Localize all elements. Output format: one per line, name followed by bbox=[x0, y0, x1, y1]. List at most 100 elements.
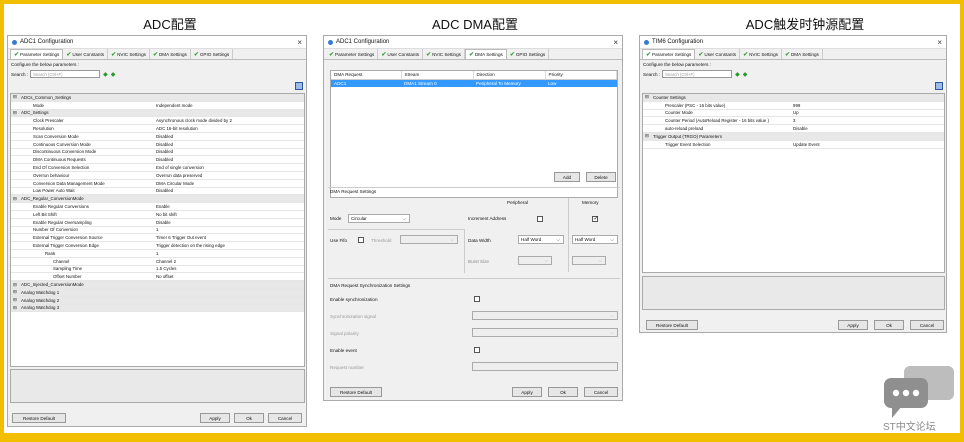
tab-dma-settings[interactable]: ✔ DMA Settings bbox=[150, 49, 191, 59]
param-value[interactable]: Independent mode bbox=[156, 103, 193, 108]
table-row[interactable]: Low Power Auto Wait Disabled bbox=[11, 188, 304, 196]
signal-polarity-select[interactable]: ⌵ bbox=[472, 328, 618, 337]
param-value[interactable]: ADC 16-bit resolution bbox=[156, 126, 198, 131]
tab-nvic-settings[interactable]: ✔ NVIC Settings bbox=[423, 49, 465, 59]
param-value[interactable]: Disabled bbox=[156, 188, 173, 193]
expand-collapse-icon[interactable]: ⊟ bbox=[13, 282, 17, 288]
table-row[interactable]: DMA Continuous Requests Disabled bbox=[11, 156, 304, 165]
grid-view-icon[interactable] bbox=[295, 82, 303, 90]
column-header[interactable]: Stream bbox=[401, 71, 474, 80]
expand-collapse-icon[interactable]: ⊟ bbox=[13, 94, 17, 100]
param-value[interactable]: Channel 2 bbox=[156, 259, 176, 264]
tab-parameter-settings[interactable]: ✔ Parameter Settings bbox=[326, 49, 379, 59]
param-value[interactable]: Disabled bbox=[156, 134, 173, 139]
tab-parameter-settings[interactable]: ✔ Parameter Settings bbox=[642, 49, 696, 59]
table-row[interactable]: Channel Channel 2 bbox=[11, 258, 304, 266]
restore-default-button[interactable]: Restore Default bbox=[330, 387, 382, 397]
sync-signal-select[interactable]: ⌵ bbox=[472, 311, 618, 320]
mem-data-width-select[interactable]: Half Word ⌵ bbox=[572, 235, 618, 244]
param-value[interactable]: 1 bbox=[156, 251, 158, 256]
column-header[interactable]: DMA Request bbox=[331, 71, 402, 80]
param-value[interactable]: 1 bbox=[156, 227, 158, 232]
delete-button[interactable]: Delete bbox=[586, 172, 616, 182]
param-value[interactable]: Disable bbox=[156, 220, 171, 225]
tab-user-constants[interactable]: ✔ User Constants bbox=[63, 49, 109, 59]
cancel-button[interactable]: Cancel bbox=[268, 413, 302, 423]
ok-button[interactable]: Ok bbox=[548, 387, 578, 397]
param-value[interactable]: Disabled bbox=[156, 157, 173, 162]
table-row[interactable]: Mode Independent mode bbox=[11, 102, 304, 110]
mode-select[interactable]: Circular ⌵ bbox=[348, 214, 410, 223]
search-input[interactable]: Search (Ctrl+F) bbox=[662, 70, 733, 78]
periph-burst-select[interactable]: ⌵ bbox=[518, 256, 552, 265]
tree-group-row[interactable]: ⊟ ADC_Settings bbox=[11, 109, 304, 118]
ok-button[interactable]: Ok bbox=[874, 320, 904, 330]
enable-event-checkbox[interactable] bbox=[474, 347, 480, 353]
tree-group-row[interactable]: ⊟ ADC_Regular_ConversionMode bbox=[11, 195, 304, 204]
tab-gpio-settings[interactable]: ✔ GPIO Settings bbox=[507, 49, 550, 59]
param-value[interactable]: Disabled bbox=[156, 149, 173, 154]
tab-gpio-settings[interactable]: ✔ GPIO Settings bbox=[191, 49, 234, 59]
apply-button[interactable]: Apply bbox=[512, 387, 542, 397]
expand-collapse-icon[interactable]: ⊟ bbox=[645, 133, 649, 139]
tab-dma-settings[interactable]: ✔ DMA Settings bbox=[464, 49, 507, 59]
add-button[interactable]: Add bbox=[554, 172, 580, 182]
use-fifo-checkbox[interactable] bbox=[358, 237, 364, 243]
apply-button[interactable]: Apply bbox=[838, 320, 868, 330]
param-value[interactable]: Update Event bbox=[793, 142, 820, 147]
close-icon[interactable]: × bbox=[613, 38, 618, 47]
param-value[interactable]: Disable bbox=[793, 126, 808, 131]
mem-burst-select[interactable]: ⌵ bbox=[572, 256, 606, 265]
restore-default-button[interactable]: Restore Default bbox=[12, 413, 66, 423]
request-number-input[interactable] bbox=[472, 362, 618, 371]
mem-increment-checkbox[interactable] bbox=[592, 215, 599, 222]
table-row[interactable]: Counter Period (AutoReload Register - 16… bbox=[643, 117, 944, 126]
param-value[interactable]: Disabled bbox=[156, 142, 173, 147]
param-value[interactable]: Up bbox=[793, 110, 799, 115]
tree-group-row[interactable]: ⊟ ADC_Injected_ConversionMode bbox=[11, 281, 304, 289]
table-row[interactable]: Number Of Conversion 1 bbox=[11, 227, 304, 235]
table-row[interactable]: External Trigger Conversion Edge Trigger … bbox=[11, 242, 304, 250]
tree-group-row[interactable]: ⊟ Trigger Output (TRGO) Parameters bbox=[643, 132, 944, 141]
param-value[interactable]: No bit shift bbox=[156, 212, 177, 217]
param-value[interactable]: 3 bbox=[793, 118, 795, 123]
table-row[interactable]: Scan Conversion Mode Disabled bbox=[11, 133, 304, 141]
grid-view-icon[interactable] bbox=[935, 82, 943, 90]
tab-parameter-settings[interactable]: ✔ Parameter Settings bbox=[10, 49, 64, 59]
tree-group-row[interactable]: ⊟ ADCs_Common_Settings bbox=[11, 94, 304, 102]
expand-collapse-icon[interactable]: ⊟ bbox=[13, 289, 17, 295]
table-row[interactable]: Resolution ADC 16-bit resolution bbox=[11, 125, 304, 133]
table-row[interactable]: Discontinuous Conversion Mode Disabled bbox=[11, 149, 304, 157]
param-value[interactable]: Timer 6 Trigger Out event bbox=[156, 235, 206, 240]
table-row[interactable]: External Trigger Conversion Source Timer … bbox=[11, 234, 304, 243]
enable-sync-checkbox[interactable] bbox=[474, 296, 480, 302]
param-value[interactable]: Enable bbox=[156, 204, 170, 209]
close-icon[interactable]: × bbox=[297, 38, 302, 47]
table-row[interactable]: Overrun behaviour Overrun data preserved bbox=[11, 172, 304, 180]
table-row[interactable]: End Of Conversion Selection End of single… bbox=[11, 164, 304, 172]
arrow-up-icon[interactable]: ◆ bbox=[735, 71, 740, 78]
tab-nvic-settings[interactable]: ✔ NVIC Settings bbox=[108, 49, 150, 59]
column-header[interactable]: Direction bbox=[473, 71, 546, 80]
param-value[interactable]: Trigger detection on the rising edge bbox=[156, 243, 225, 248]
close-icon[interactable]: × bbox=[937, 38, 942, 47]
tab-user-constants[interactable]: ✔ User Constants bbox=[695, 49, 741, 59]
table-row[interactable]: auto-reload preload Disable bbox=[643, 125, 944, 133]
tab-nvic-settings[interactable]: ✔ NVIC Settings bbox=[740, 49, 782, 59]
tree-group-row[interactable]: ⊟ Analog Watchdog 2 bbox=[11, 296, 304, 305]
table-row[interactable]: Enable Regular Oversampling Disable bbox=[11, 219, 304, 227]
arrow-up-icon[interactable]: ◆ bbox=[103, 71, 108, 78]
table-row[interactable]: Trigger Event Selection Update Event bbox=[643, 141, 944, 149]
table-row[interactable]: Counter Mode Up bbox=[643, 110, 944, 118]
search-input[interactable]: Search (Ctrl+F) bbox=[30, 70, 101, 78]
ok-button[interactable]: Ok bbox=[234, 413, 264, 423]
arrow-down-icon[interactable]: ◆ bbox=[111, 71, 116, 78]
tab-user-constants[interactable]: ✔ User Constants bbox=[378, 49, 424, 59]
param-value[interactable]: 1.5 Cycles bbox=[156, 266, 177, 271]
table-row[interactable]: Continuous Conversion Mode Disabled bbox=[11, 141, 304, 149]
table-row[interactable]: Offset Number No offset bbox=[11, 273, 304, 282]
periph-data-width-select[interactable]: Half Word ⌵ bbox=[518, 235, 564, 244]
threshold-select[interactable]: ⌵ bbox=[400, 235, 458, 244]
arrow-down-icon[interactable]: ◆ bbox=[743, 71, 748, 78]
expand-collapse-icon[interactable]: ⊟ bbox=[645, 94, 649, 100]
